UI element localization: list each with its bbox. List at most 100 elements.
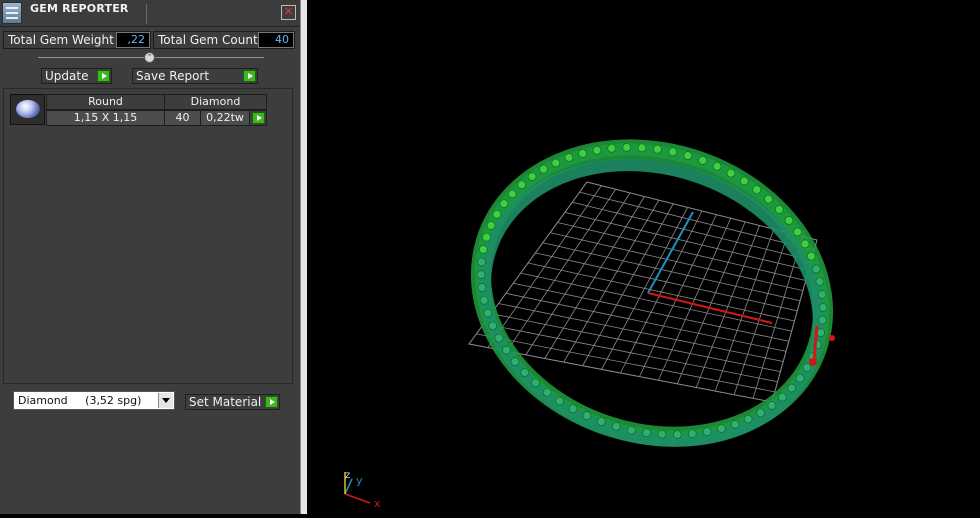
gem-bead bbox=[510, 357, 520, 366]
gem-bead bbox=[774, 205, 784, 214]
gem-bead bbox=[499, 199, 509, 209]
gem-bead bbox=[488, 321, 498, 331]
gem-bead bbox=[717, 424, 726, 433]
set-material-button[interactable]: Set Material bbox=[185, 394, 280, 410]
gem-bead bbox=[802, 363, 812, 373]
gem-bead bbox=[494, 333, 504, 343]
gem-bead bbox=[477, 257, 486, 267]
gem-bead bbox=[555, 396, 565, 406]
total-gem-weight-text: Total Gem Weight bbox=[8, 33, 114, 47]
gem-bead bbox=[527, 172, 537, 181]
gem-bead bbox=[687, 429, 697, 439]
chevron-down-icon[interactable] bbox=[158, 393, 173, 408]
gem-bead bbox=[483, 308, 493, 318]
gem-bead bbox=[622, 143, 632, 152]
gem-reporter-panel: GEM REPORTER ✕ Total Gem Weight ,22 Tota… bbox=[0, 0, 300, 514]
viewport-canvas: x y z bbox=[344, 139, 835, 510]
play-icon bbox=[243, 70, 256, 82]
gem-bead bbox=[517, 180, 527, 190]
set-material-label: Set Material bbox=[189, 395, 262, 409]
window-title: GEM REPORTER bbox=[30, 2, 129, 15]
gem-bead bbox=[507, 189, 517, 199]
grid-line bbox=[491, 313, 781, 373]
panel-divider[interactable] bbox=[300, 0, 307, 514]
save-report-label: Save Report bbox=[136, 69, 210, 83]
update-button[interactable]: Update bbox=[41, 68, 112, 84]
shape-header: Round bbox=[46, 94, 165, 110]
gem-row-select-button[interactable] bbox=[249, 110, 267, 126]
gem-bead bbox=[795, 373, 805, 383]
gem-bead bbox=[818, 315, 827, 325]
material-selected-value: Diamond (3,52 spg) bbox=[18, 394, 142, 407]
gem-bead bbox=[739, 176, 749, 186]
title-separator bbox=[146, 4, 147, 24]
gem-bead bbox=[767, 401, 777, 410]
gem-round-icon[interactable] bbox=[10, 94, 45, 125]
gem-bead bbox=[626, 425, 636, 435]
play-icon bbox=[265, 396, 278, 408]
total-gem-count-value: 40 bbox=[258, 32, 294, 48]
gem-bead bbox=[806, 251, 816, 261]
gem-bead bbox=[479, 295, 489, 305]
grid-line bbox=[714, 228, 775, 392]
gem-bead bbox=[657, 429, 667, 439]
gem-bead bbox=[486, 221, 496, 230]
gem-bead bbox=[683, 151, 693, 160]
gem-bead bbox=[702, 427, 712, 437]
gem-bead bbox=[476, 270, 486, 279]
gem-bead bbox=[578, 149, 587, 158]
axis-triad: x y z bbox=[344, 470, 381, 510]
gem-bead bbox=[730, 420, 740, 429]
play-icon bbox=[97, 70, 110, 82]
gem-bead bbox=[817, 290, 827, 299]
grid-line bbox=[513, 282, 789, 342]
gem-bead bbox=[592, 145, 602, 155]
gem-bead bbox=[611, 422, 621, 431]
gem-bead bbox=[539, 164, 548, 174]
gem-bead bbox=[482, 232, 491, 242]
gem-bead bbox=[642, 428, 651, 438]
gem-bead bbox=[597, 417, 606, 426]
gem-bead bbox=[726, 168, 736, 178]
gem-bead bbox=[815, 277, 825, 287]
gem-bead bbox=[743, 414, 753, 424]
total-gem-weight-value: ,22 bbox=[116, 32, 150, 48]
gem-bead bbox=[492, 209, 502, 219]
x-axis-label: x bbox=[374, 497, 381, 510]
gem-count-cell: 40 bbox=[164, 110, 201, 126]
gem-bead bbox=[787, 383, 797, 393]
save-report-button[interactable]: Save Report bbox=[132, 68, 258, 84]
gem-bead bbox=[477, 283, 487, 292]
grid-line bbox=[498, 303, 784, 362]
gem-bead bbox=[607, 143, 617, 153]
grid-line bbox=[733, 232, 789, 395]
gem-bead bbox=[542, 387, 552, 397]
gem-bead bbox=[531, 378, 540, 388]
gem-bead bbox=[756, 408, 765, 418]
gem-bead bbox=[564, 153, 574, 162]
slider-handle[interactable]: ⌃ bbox=[144, 52, 155, 63]
gem-bead bbox=[811, 264, 821, 274]
gem-bead bbox=[793, 227, 802, 237]
3d-viewport[interactable]: x y z bbox=[307, 0, 980, 514]
gem-bead bbox=[777, 392, 787, 402]
gem-bead bbox=[551, 158, 561, 168]
grid-line bbox=[505, 292, 787, 352]
material-header: Diamond bbox=[164, 94, 267, 110]
close-icon[interactable]: ✕ bbox=[281, 5, 296, 20]
gem-bead bbox=[698, 156, 707, 165]
update-label: Update bbox=[45, 69, 89, 83]
gem-bead bbox=[520, 368, 530, 377]
gem-bead bbox=[502, 345, 511, 355]
grid-line bbox=[520, 272, 792, 332]
gem-bead bbox=[668, 147, 678, 157]
z-axis-label: z bbox=[345, 470, 350, 481]
gem-bead bbox=[752, 185, 762, 195]
material-select[interactable]: Diamond (3,52 spg) bbox=[13, 391, 175, 410]
app-icon bbox=[2, 2, 22, 24]
gem-bead bbox=[637, 143, 647, 153]
gem-bead bbox=[818, 303, 828, 312]
total-gem-count-text: Total Gem Count bbox=[158, 33, 258, 47]
gem-list bbox=[3, 88, 293, 384]
gem-bead bbox=[712, 161, 722, 171]
